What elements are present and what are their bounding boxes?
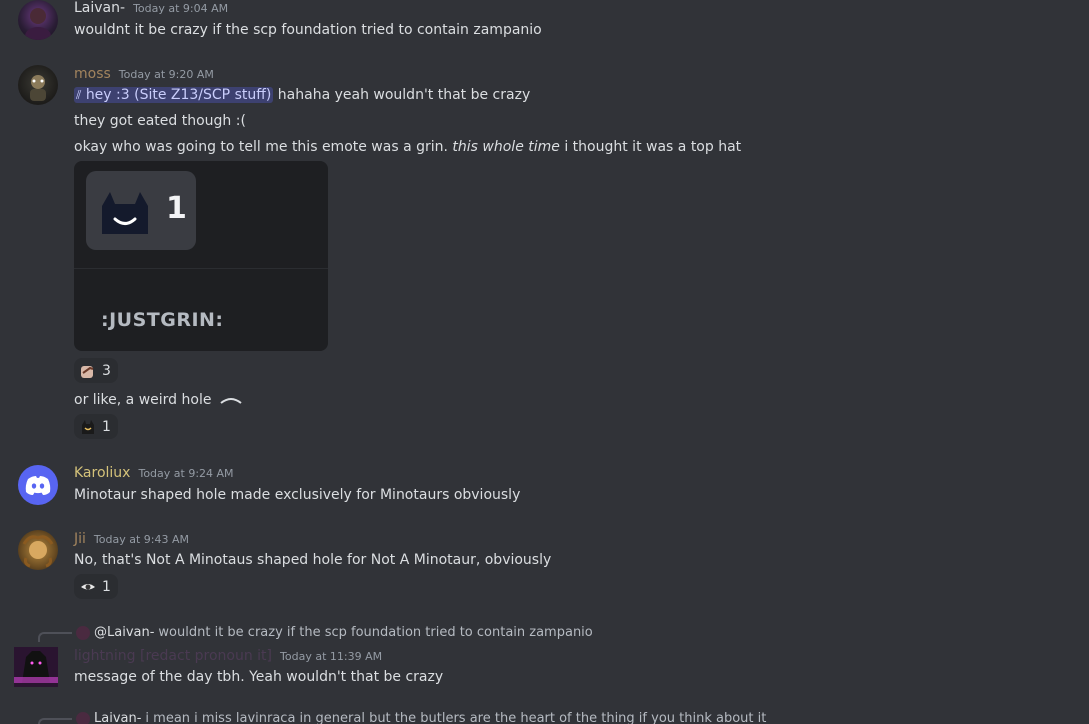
message-text: ⫽ hey :3 (Site Z13/SCP stuff) hahaha yea… — [74, 87, 530, 103]
grin-emoji-icon — [80, 419, 96, 435]
avatar[interactable] — [18, 0, 58, 40]
username-text[interactable]: Jii — [74, 531, 86, 547]
reply-preview[interactable]: Laivan- i mean i miss lavinraca in gener… — [76, 711, 766, 724]
timestamp: Today at 9:43 AM — [93, 533, 189, 546]
reaction-button[interactable]: 3 — [74, 358, 118, 383]
reply-preview[interactable]: @Laivan- wouldnt it be crazy if the scp … — [76, 625, 593, 640]
avatar[interactable] — [18, 465, 58, 505]
message-text-post: i thought it was a top hat — [559, 139, 742, 155]
channel-mention-text: hey :3 (Site Z13/SCP stuff) — [85, 87, 272, 103]
reaction-count: 1 — [102, 418, 111, 435]
username-text[interactable]: moss — [74, 66, 111, 82]
avatar[interactable] — [18, 530, 58, 570]
username-text[interactable]: Laivan- — [74, 0, 125, 16]
message-text-rest: hahaha yeah wouldn't that be crazy — [273, 87, 531, 103]
username-text[interactable]: Karoliux — [74, 465, 130, 481]
message-text-pre: okay who was going to tell me this emote… — [74, 139, 453, 155]
reply-avatar — [76, 711, 90, 724]
username[interactable]: Karoliux Today at 9:24 AM — [74, 465, 234, 481]
reply-spine — [38, 718, 72, 724]
reaction-button[interactable]: 1 — [74, 574, 118, 599]
message-text-emphasis: this whole time — [452, 139, 560, 155]
username[interactable]: lightning [redact pronoun it] Today at 11… — [74, 648, 382, 664]
emote-count: 1 — [166, 191, 187, 226]
message-text-body: or like, a weird hole — [74, 392, 212, 408]
username[interactable]: Jii Today at 9:43 AM — [74, 531, 189, 547]
avatar[interactable] — [18, 65, 58, 105]
hole-emote-icon — [220, 398, 242, 404]
eye-emoji-icon — [80, 579, 96, 595]
reaction-count: 1 — [102, 578, 111, 595]
username-text[interactable]: lightning [redact pronoun it] — [74, 648, 272, 664]
reply-username[interactable]: @Laivan- — [94, 625, 154, 640]
message-text: message of the day tbh. Yeah wouldn't th… — [74, 669, 444, 685]
reply-username[interactable]: Laivan- — [94, 711, 141, 724]
username[interactable]: Laivan- Today at 9:04 AM — [74, 0, 228, 16]
username[interactable]: moss Today at 9:20 AM — [74, 66, 214, 82]
grin-emote-icon — [102, 192, 148, 234]
reply-text: wouldnt it be crazy if the scp foundatio… — [158, 625, 593, 640]
emote-embed[interactable]: 1 :JUSTGRIN: — [74, 161, 328, 351]
discord-logo-icon — [25, 476, 51, 495]
reaction-button[interactable]: 1 — [74, 414, 118, 439]
pointing-hand-emoji-icon — [80, 363, 96, 379]
avatar[interactable] — [14, 647, 58, 687]
embed-divider — [74, 268, 328, 269]
emote-name: :JUSTGRIN: — [101, 309, 224, 331]
message-text: wouldnt it be crazy if the scp foundatio… — [74, 22, 542, 38]
message-text: Minotaur shaped hole made exclusively fo… — [74, 487, 521, 503]
channel-link-icon: ⫽ — [76, 88, 82, 102]
timestamp: Today at 11:39 AM — [280, 650, 383, 663]
channel-mention[interactable]: ⫽ hey :3 (Site Z13/SCP stuff) — [74, 87, 274, 103]
message-text: or like, a weird hole — [74, 392, 242, 408]
reply-text: i mean i miss lavinraca in general but t… — [145, 711, 767, 724]
reply-avatar — [76, 625, 90, 640]
timestamp: Today at 9:20 AM — [118, 68, 214, 81]
timestamp: Today at 9:04 AM — [133, 2, 229, 15]
message-text: okay who was going to tell me this emote… — [74, 139, 741, 155]
timestamp: Today at 9:24 AM — [138, 467, 234, 480]
reply-spine — [38, 632, 72, 642]
chat-scroll-area[interactable]: Laivan- Today at 9:04 AM wouldnt it be cr… — [0, 0, 1089, 724]
reaction-count: 3 — [102, 362, 111, 379]
message-text: No, that's Not A Minotaus shaped hole fo… — [74, 552, 552, 568]
message-text: they got eated though :( — [74, 113, 246, 129]
